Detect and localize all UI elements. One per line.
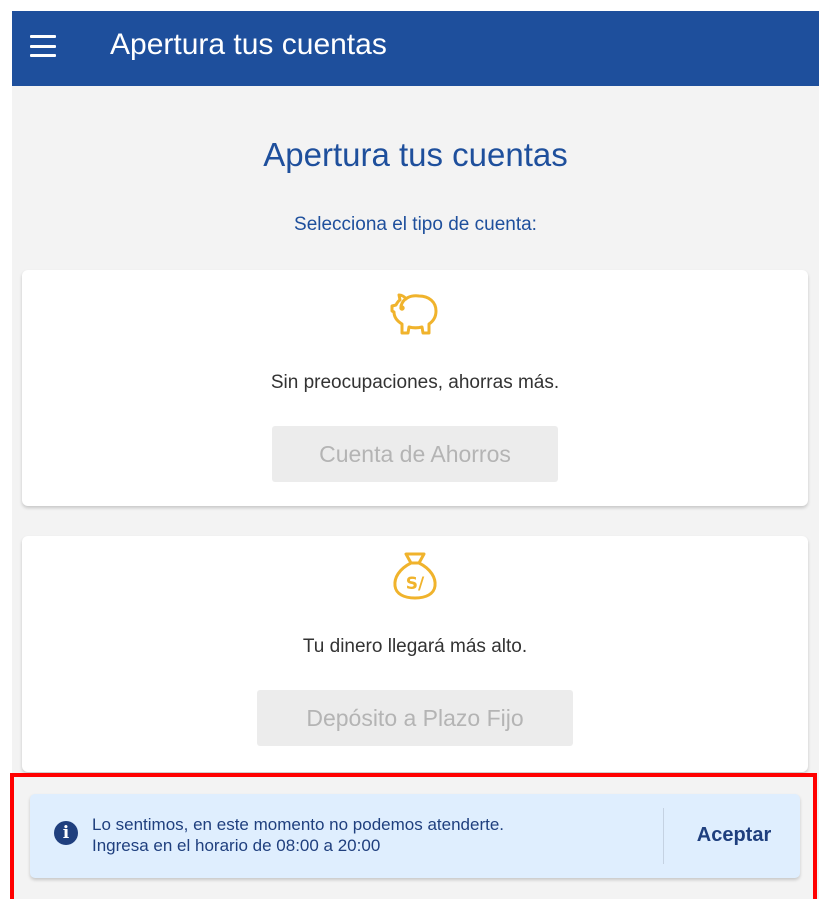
money-bag-icon: S/ [387, 548, 443, 604]
app-screen: Apertura tus cuentas Apertura tus cuenta… [12, 11, 819, 899]
notice-message: Lo sentimos, en este momento no podemos … [92, 814, 652, 856]
svg-text:S/: S/ [406, 574, 425, 594]
fixed-deposit-description: Tu dinero llegará más alto. [302, 636, 528, 657]
notice-line-1: Lo sentimos, en este momento no podemos … [92, 815, 505, 834]
page-title: Apertura tus cuentas [263, 136, 568, 173]
unavailable-notice: i Lo sentimos, en este momento no podemo… [30, 794, 800, 878]
savings-account-button[interactable]: Cuenta de Ahorros [272, 426, 558, 482]
page-subtitle: Selecciona el tipo de cuenta: [294, 214, 537, 235]
savings-account-description: Sin preocupaciones, ahorras más. [270, 372, 560, 393]
piggy-bank-icon [387, 286, 443, 342]
notice-divider [663, 808, 664, 864]
notice-line-2: Ingresa en el horario de 08:00 a 20:00 [92, 836, 381, 855]
fixed-deposit-button[interactable]: Depósito a Plazo Fijo [257, 690, 573, 746]
app-bar: Apertura tus cuentas [12, 11, 819, 86]
fixed-deposit-card: S/ Tu dinero llegará más alto. Depósito … [22, 536, 808, 772]
hamburger-menu-icon[interactable] [26, 31, 60, 61]
info-icon: i [54, 821, 78, 845]
app-bar-title: Apertura tus cuentas [110, 28, 387, 61]
accept-button[interactable]: Aceptar [678, 822, 790, 848]
savings-account-card: Sin preocupaciones, ahorras más. Cuenta … [22, 270, 808, 506]
